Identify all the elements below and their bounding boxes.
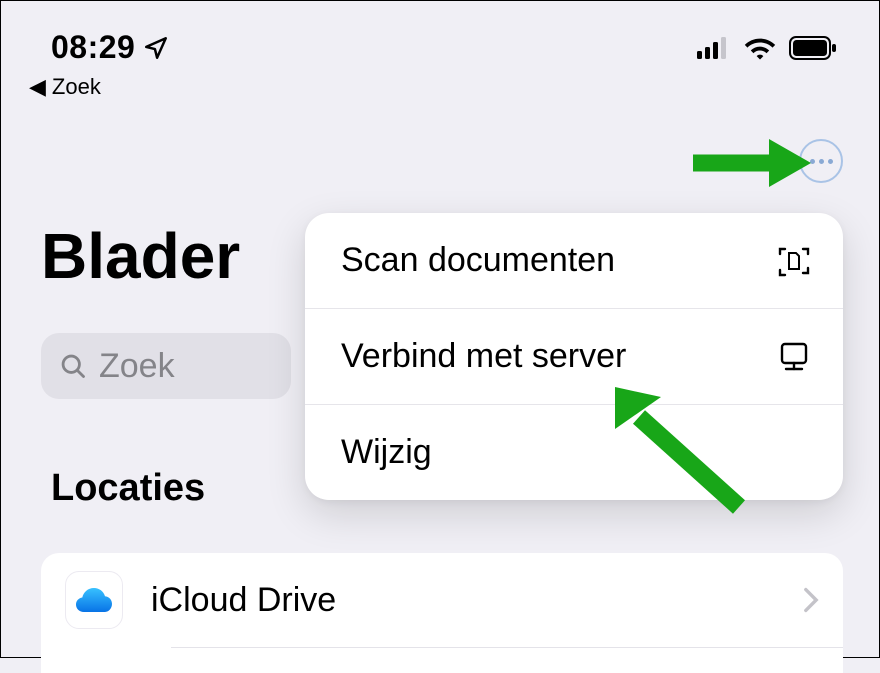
menu-item-label: Verbind met server xyxy=(341,337,626,376)
list-item-label: iCloud Drive xyxy=(151,581,803,620)
section-header-locations[interactable]: Locaties xyxy=(51,467,205,510)
menu-item-scan-documents[interactable]: Scan documenten xyxy=(305,213,843,308)
search-placeholder: Zoek xyxy=(99,347,175,386)
status-time-group: 08:29 xyxy=(51,29,169,66)
back-button[interactable]: ◀︎ Zoek xyxy=(1,72,879,100)
status-icons xyxy=(697,36,837,60)
search-icon xyxy=(59,352,87,380)
location-icon xyxy=(143,35,169,61)
back-label: Zoek xyxy=(52,74,101,100)
cellular-icon xyxy=(697,37,731,59)
menu-item-label: Scan documenten xyxy=(341,241,615,280)
menu-item-label: Wijzig xyxy=(341,433,432,472)
wifi-icon xyxy=(743,36,777,60)
locations-list: iCloud Drive xyxy=(41,553,843,673)
search-input[interactable]: Zoek xyxy=(41,333,291,399)
scan-document-icon xyxy=(777,244,811,278)
back-chevron-icon: ◀︎ xyxy=(29,74,46,100)
status-time: 08:29 xyxy=(51,29,135,66)
server-icon xyxy=(777,340,811,374)
action-popup: Scan documenten Verbind met server Wijzi… xyxy=(305,213,843,500)
page-title: Blader xyxy=(41,219,240,293)
battery-icon xyxy=(789,36,837,60)
list-item-icloud[interactable]: iCloud Drive xyxy=(41,553,843,647)
annotation-arrow-icon xyxy=(693,133,811,193)
ellipsis-icon xyxy=(810,159,815,164)
icloud-icon xyxy=(65,571,123,629)
menu-item-edit[interactable]: Wijzig xyxy=(305,405,843,500)
menu-item-connect-server[interactable]: Verbind met server xyxy=(305,309,843,404)
list-divider xyxy=(171,647,843,648)
status-bar: 08:29 xyxy=(1,1,879,72)
more-button[interactable] xyxy=(799,139,843,183)
chevron-right-icon xyxy=(803,587,819,613)
